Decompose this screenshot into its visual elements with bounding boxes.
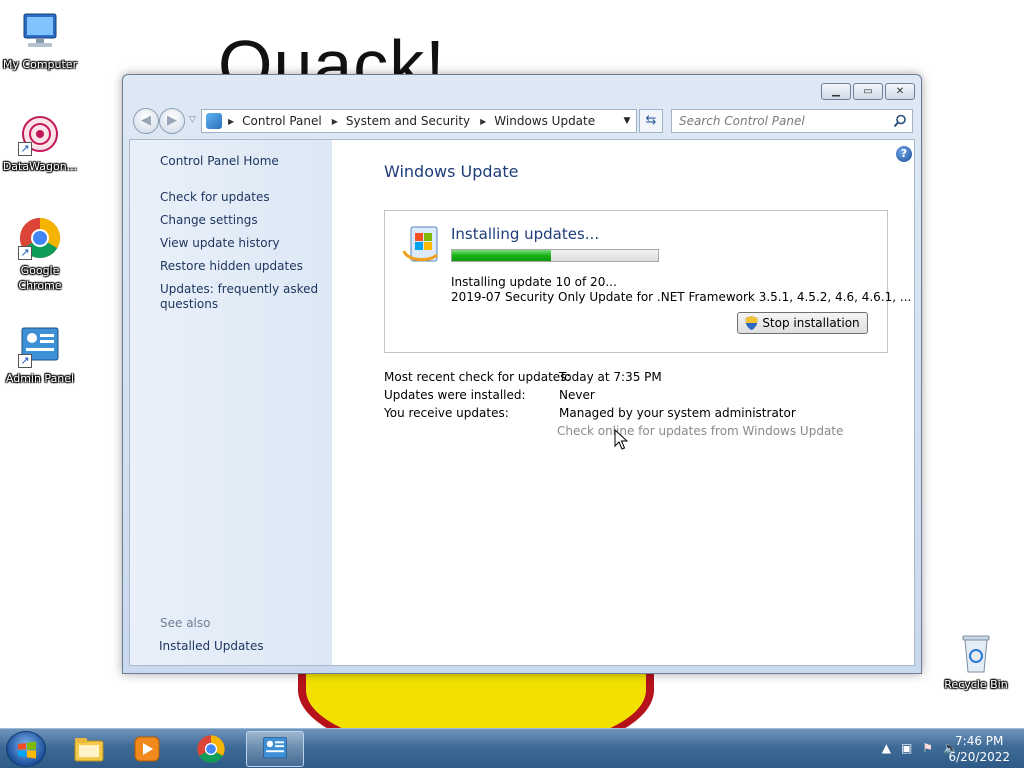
breadcrumb-separator-icon[interactable]: ▶ — [228, 117, 234, 126]
breadcrumb-separator-icon[interactable]: ▶ — [480, 117, 486, 126]
desktop-icon-label: Google Chrome — [18, 264, 62, 292]
status-progress-text: Installing update 10 of 20... — [451, 275, 617, 289]
desktop-icon-datawagon[interactable]: ↗ DataWagon... — [0, 112, 80, 174]
breadcrumb-windows-update[interactable]: Windows Update — [494, 114, 595, 128]
show-hidden-icons-icon[interactable]: ▲ — [882, 741, 891, 755]
taskbar-media-player[interactable] — [118, 731, 176, 767]
info-label-updates-installed: Updates were installed: — [384, 388, 526, 402]
shortcut-arrow-icon: ↗ — [18, 246, 32, 260]
recycle-bin-icon — [954, 630, 998, 674]
desktop-icon-label: My Computer — [2, 58, 78, 71]
sidebar: Control Panel Home Check for updates Cha… — [130, 140, 332, 665]
help-icon[interactable]: ? — [896, 146, 912, 162]
address-bar[interactable]: ▶ Control Panel ▶ System and Security ▶ … — [201, 109, 637, 133]
recent-pages-dropdown[interactable]: ▽ — [189, 115, 196, 125]
stop-installation-label: Stop installation — [762, 316, 860, 330]
back-button[interactable]: ◀ — [133, 108, 159, 134]
maximize-button[interactable]: ▭ — [853, 83, 883, 100]
windows-logo-icon — [18, 741, 36, 759]
search-icon[interactable] — [893, 114, 907, 128]
chrome-icon — [197, 735, 225, 763]
windows-update-window: ▁ ▭ ✕ ◀ ▶ ▽ ▶ Control Panel ▶ System and… — [122, 74, 922, 674]
start-button[interactable] — [6, 731, 46, 767]
main-panel: ? Windows Update Installing updates... I… — [332, 140, 914, 665]
network-icon[interactable]: ▣ — [901, 741, 912, 755]
desktop-icon-label: DataWagon... — [2, 160, 78, 173]
info-value-last-check: Today at 7:35 PM — [559, 370, 662, 384]
taskbar-clock[interactable]: 7:46 PM 6/20/2022 — [948, 733, 1010, 765]
sidebar-link-control-panel-home[interactable]: Control Panel Home — [160, 154, 279, 169]
computer-icon — [18, 10, 62, 54]
refresh-button[interactable]: ⇆ — [639, 109, 663, 133]
search-input[interactable] — [679, 114, 879, 128]
sidebar-link-change-settings[interactable]: Change settings — [160, 213, 258, 228]
breadcrumb-control-panel[interactable]: Control Panel — [242, 114, 322, 128]
uac-shield-icon — [745, 316, 758, 330]
windows-update-icon — [402, 226, 438, 262]
desktop-icon-label: Admin Panel — [5, 372, 75, 385]
chrome-icon: ↗ — [18, 216, 62, 260]
status-title: Installing updates... — [451, 225, 600, 243]
desktop-icon-admin-panel[interactable]: ↗ Admin Panel — [0, 324, 80, 386]
mouse-cursor-icon — [614, 429, 628, 450]
admin-panel-icon — [263, 737, 287, 759]
sidebar-link-check-for-updates[interactable]: Check for updates — [160, 190, 270, 205]
sidebar-link-updates-faq[interactable]: Updates: frequently asked questions — [160, 282, 320, 312]
see-also-heading: See also — [160, 616, 211, 630]
media-player-icon — [134, 736, 160, 762]
admin-panel-icon: ↗ — [18, 324, 62, 368]
forward-button[interactable]: ▶ — [159, 108, 185, 134]
progress-bar — [451, 249, 659, 262]
update-status-box: Installing updates... Installing update … — [384, 210, 911, 353]
search-box[interactable] — [671, 109, 913, 133]
clock-time: 7:46 PM — [955, 734, 1004, 748]
desktop-icon-label: Recycle Bin — [944, 678, 1008, 691]
control-panel-icon — [206, 113, 222, 129]
datawagon-icon: ↗ — [18, 112, 62, 156]
info-value-receive-updates: Managed by your system administrator — [559, 406, 796, 420]
sidebar-link-view-update-history[interactable]: View update history — [160, 236, 280, 251]
address-dropdown-icon[interactable]: ▼ — [618, 110, 636, 132]
sidebar-link-restore-hidden-updates[interactable]: Restore hidden updates — [160, 259, 303, 274]
breadcrumb-separator-icon[interactable]: ▶ — [332, 117, 338, 126]
navigation-bar: ◀ ▶ ▽ ▶ Control Panel ▶ System and Secur… — [131, 107, 913, 135]
desktop-icon-google-chrome[interactable]: ↗ Google Chrome — [0, 216, 80, 293]
minimize-button[interactable]: ▁ — [821, 83, 851, 100]
content-area: Control Panel Home Check for updates Cha… — [129, 139, 915, 666]
clock-date: 6/20/2022 — [948, 750, 1010, 764]
taskbar-control-panel[interactable] — [246, 731, 304, 767]
info-value-updates-installed: Never — [559, 388, 595, 402]
status-update-name: 2019-07 Security Only Update for .NET Fr… — [451, 290, 912, 304]
system-tray: ▲ ▣ ⚑ 🔈 — [882, 741, 958, 755]
folder-icon — [74, 738, 104, 762]
desktop-icon-recycle-bin[interactable]: Recycle Bin — [936, 630, 1016, 692]
taskbar-explorer[interactable] — [60, 731, 118, 767]
info-label-receive-updates: You receive updates: — [384, 406, 509, 420]
sidebar-link-installed-updates[interactable]: Installed Updates — [159, 639, 264, 654]
desktop-icon-my-computer[interactable]: My Computer — [0, 10, 80, 72]
shortcut-arrow-icon: ↗ — [18, 354, 32, 368]
check-online-link[interactable]: Check online for updates from Windows Up… — [557, 424, 843, 438]
page-title: Windows Update — [384, 162, 519, 181]
action-center-flag-icon[interactable]: ⚑ — [922, 741, 933, 755]
stop-installation-button[interactable]: Stop installation — [737, 312, 868, 334]
breadcrumb-system-and-security[interactable]: System and Security — [346, 114, 470, 128]
window-controls: ▁ ▭ ✕ — [821, 83, 915, 100]
close-button[interactable]: ✕ — [885, 83, 915, 100]
progress-bar-fill — [452, 250, 551, 261]
info-label-last-check: Most recent check for updates: — [384, 370, 571, 384]
shortcut-arrow-icon: ↗ — [18, 142, 32, 156]
taskbar: ▲ ▣ ⚑ 🔈 7:46 PM 6/20/2022 — [0, 728, 1024, 768]
taskbar-chrome[interactable] — [182, 731, 240, 767]
